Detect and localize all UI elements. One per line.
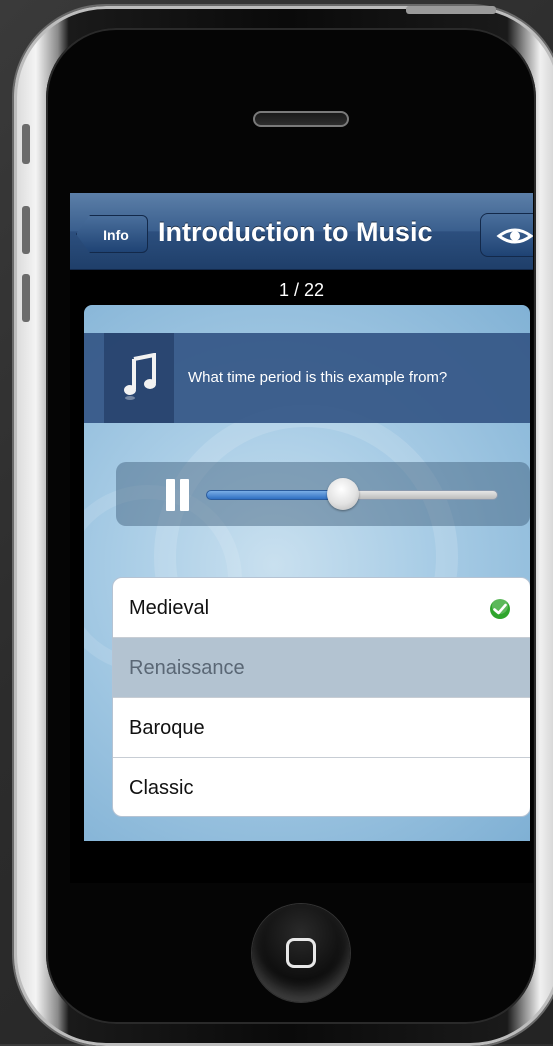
answer-label: Baroque: [129, 717, 205, 739]
page-title: Introduction to Music: [158, 217, 433, 247]
app-screen: Info Introduction to Music 1 / 22 What t…: [70, 193, 533, 883]
reveal-answer-button[interactable]: [480, 213, 533, 257]
question-icon-box: [104, 333, 174, 423]
pause-icon: [166, 479, 175, 511]
answer-label: Medieval: [129, 597, 210, 619]
navigation-bar: Info Introduction to Music: [70, 193, 533, 270]
playback-slider-thumb[interactable]: [327, 478, 360, 510]
answer-list: Medieval Renaissance Baroque Classic: [112, 577, 530, 817]
answer-option-baroque[interactable]: Baroque: [113, 698, 530, 758]
answer-label: Classic: [129, 777, 194, 799]
music-note-icon: [124, 353, 156, 400]
question-text: What time period is this example from?: [188, 369, 448, 386]
volume-down-button: [22, 274, 30, 322]
answer-option-renaissance[interactable]: Renaissance: [113, 638, 530, 698]
audio-player: [116, 462, 530, 526]
sleep-button: [406, 6, 496, 14]
info-back-button[interactable]: Info: [76, 215, 148, 253]
volume-up-button: [22, 206, 30, 254]
home-square-icon: [286, 938, 316, 968]
eye-icon: [496, 228, 533, 244]
home-button[interactable]: [252, 904, 350, 1002]
quiz-card: What time period is this example from? M…: [84, 305, 530, 841]
checkmark-icon: [490, 598, 510, 619]
mute-switch: [22, 124, 30, 164]
answer-option-medieval[interactable]: Medieval: [113, 578, 530, 638]
answer-label: Renaissance: [129, 657, 245, 679]
screen-bottom-area: [70, 841, 533, 883]
answer-option-classic[interactable]: Classic: [113, 758, 530, 816]
question-counter: 1 / 22: [70, 270, 533, 306]
question-header: What time period is this example from?: [84, 333, 530, 423]
playback-progress: [206, 490, 344, 500]
pause-button[interactable]: [166, 479, 192, 511]
earpiece-speaker: [253, 111, 349, 127]
pause-icon: [180, 479, 189, 511]
